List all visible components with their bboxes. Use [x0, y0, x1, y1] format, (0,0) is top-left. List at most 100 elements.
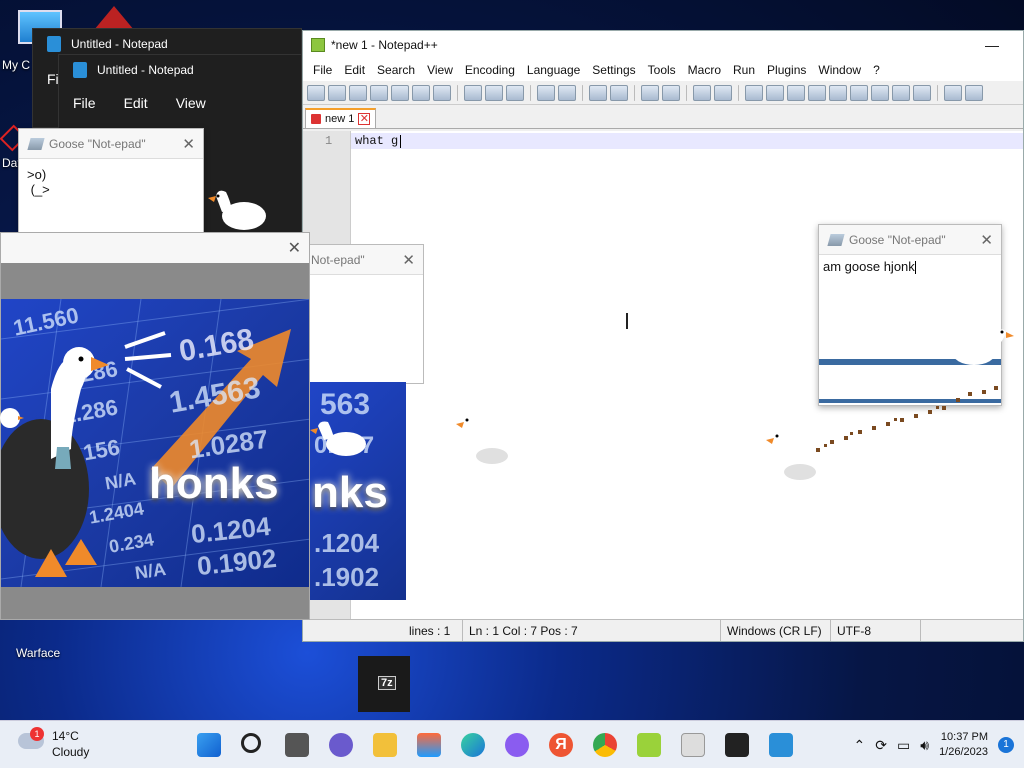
menu-tools[interactable]: Tools: [642, 63, 682, 77]
menu-encoding[interactable]: Encoding: [459, 63, 521, 77]
sync-horizontal-icon[interactable]: [714, 84, 732, 101]
minimize-icon[interactable]: —: [985, 37, 999, 53]
menu-help[interactable]: ?: [867, 63, 886, 77]
notepadpp-taskbar-icon[interactable]: [637, 733, 661, 757]
alice-icon[interactable]: [505, 733, 529, 757]
goose-note-title-bar[interactable]: Goose "Not-epad" ✕: [19, 129, 203, 159]
weather-badge: 1: [30, 727, 44, 741]
print-icon[interactable]: [433, 84, 451, 101]
task-view-icon[interactable]: [285, 733, 309, 757]
indent-guide-icon[interactable]: [787, 84, 805, 101]
close-icon[interactable]: ✕: [182, 135, 195, 153]
close-icon[interactable]: ✕: [288, 238, 301, 258]
notification-badge[interactable]: 1: [998, 737, 1014, 753]
clock[interactable]: 10:37 PM 1/26/2023: [939, 730, 988, 760]
save-all-icon[interactable]: [370, 84, 388, 101]
desktop-icon-my-computer[interactable]: My C: [2, 10, 62, 72]
goose-meme-window-2[interactable]: 563 0.287 nks .1204 .1902: [310, 382, 406, 600]
meme-window-title-bar[interactable]: ✕: [1, 233, 309, 263]
cut-icon[interactable]: [464, 84, 482, 101]
npp-menu-bar: File Edit Search View Encoding Language …: [303, 59, 1023, 81]
save-icon[interactable]: [349, 84, 367, 101]
yandex-browser-icon[interactable]: Я: [549, 733, 573, 757]
replace-icon[interactable]: [610, 84, 628, 101]
start-icon[interactable]: [197, 733, 221, 757]
menu-window[interactable]: Window: [812, 63, 867, 77]
undo-icon[interactable]: [537, 84, 555, 101]
menu-macro[interactable]: Macro: [682, 63, 727, 77]
goose-notepad-left[interactable]: Goose "Not-epad" ✕ >o) (_>: [18, 128, 204, 236]
goose-note-title-bar[interactable]: Not-epad" ✕: [307, 245, 423, 275]
zoom-in-icon[interactable]: [641, 84, 659, 101]
close-all-icon[interactable]: [412, 84, 430, 101]
7zip-window[interactable]: 7z: [358, 656, 410, 712]
folder-workspace-icon[interactable]: [892, 84, 910, 101]
paste-icon[interactable]: [506, 84, 524, 101]
sync-vertical-icon[interactable]: [693, 84, 711, 101]
app-shortcut-icon[interactable]: [94, 6, 134, 30]
tab-new-1[interactable]: new 1 ✕: [305, 108, 377, 128]
edge-icon[interactable]: [461, 733, 485, 757]
chrome-icon[interactable]: [593, 733, 617, 757]
npp-title: *new 1 - Notepad++: [331, 38, 438, 52]
record-macro-icon[interactable]: [944, 84, 962, 101]
goose-note-title: Not-epad": [311, 252, 365, 267]
editor-text[interactable]: what g: [355, 134, 398, 148]
monitoring-icon[interactable]: [913, 84, 931, 101]
display-icon[interactable]: ▭: [897, 737, 910, 754]
toolbar-divider: [634, 84, 635, 101]
goose-note-title-bar[interactable]: Goose "Not-epad" ✕: [819, 225, 1001, 255]
menu-edit[interactable]: Edit: [338, 63, 371, 77]
terminal-icon[interactable]: [725, 733, 749, 757]
menu-search[interactable]: Search: [371, 63, 421, 77]
menu-file[interactable]: File: [73, 95, 96, 111]
goose-note-body[interactable]: >o) (_>: [19, 159, 203, 205]
notepad-taskbar-icon[interactable]: [769, 733, 793, 757]
goose-meme-window[interactable]: ✕ 11.560 0.168 286 1.4563 1.286 1.156 1.…: [0, 232, 310, 620]
redo-icon[interactable]: [558, 84, 576, 101]
goose-app-icon[interactable]: [681, 733, 705, 757]
menu-view[interactable]: View: [421, 63, 459, 77]
file-explorer-icon[interactable]: [373, 733, 397, 757]
word-wrap-icon[interactable]: [745, 84, 763, 101]
menu-language[interactable]: Language: [521, 63, 586, 77]
menu-plugins[interactable]: Plugins: [761, 63, 812, 77]
clock-date: 1/26/2023: [939, 746, 988, 758]
doc-list-icon[interactable]: [850, 84, 868, 101]
chevron-up-icon[interactable]: ⌃: [854, 737, 866, 754]
desktop-icon-label: My C: [2, 58, 30, 72]
close-icon[interactable]: ✕: [402, 251, 415, 269]
honk-lines-icon: [124, 331, 172, 389]
chat-icon[interactable]: [329, 733, 353, 757]
stop-macro-icon[interactable]: [965, 84, 983, 101]
goose-notepad-back[interactable]: Not-epad" ✕: [306, 244, 424, 384]
doc-map-icon[interactable]: [829, 84, 847, 101]
desktop-icon-warface[interactable]: Warface: [16, 646, 60, 660]
define-language-icon[interactable]: [808, 84, 826, 101]
zoom-out-icon[interactable]: [662, 84, 680, 101]
clock-time: 10:37 PM: [940, 731, 988, 743]
goose-icon: [208, 190, 266, 230]
npp-title-bar[interactable]: *new 1 - Notepad++ —: [303, 31, 1023, 59]
menu-file[interactable]: File: [307, 63, 338, 77]
menu-edit[interactable]: Edit: [124, 95, 148, 111]
sync-icon[interactable]: ⟳: [875, 737, 887, 754]
close-icon[interactable]: ✕: [980, 231, 993, 249]
copy-icon[interactable]: [485, 84, 503, 101]
menu-settings[interactable]: Settings: [586, 63, 641, 77]
weather-widget[interactable]: 1 14°C Cloudy: [18, 727, 108, 763]
show-all-chars-icon[interactable]: [766, 84, 784, 101]
find-icon[interactable]: [589, 84, 607, 101]
open-file-icon[interactable]: [328, 84, 346, 101]
menu-run[interactable]: Run: [727, 63, 761, 77]
volume-icon[interactable]: 🔊︎: [920, 737, 929, 754]
new-file-icon[interactable]: [307, 84, 325, 101]
notepad-title-bar[interactable]: Untitled - Notepad: [59, 55, 301, 85]
close-tab-icon[interactable]: ✕: [358, 113, 371, 125]
function-list-icon[interactable]: [871, 84, 889, 101]
goose-note-body[interactable]: am goose hjonk: [819, 255, 1001, 278]
search-icon[interactable]: [241, 733, 261, 753]
store-icon[interactable]: [417, 733, 441, 757]
close-file-icon[interactable]: [391, 84, 409, 101]
menu-view[interactable]: View: [176, 95, 206, 111]
